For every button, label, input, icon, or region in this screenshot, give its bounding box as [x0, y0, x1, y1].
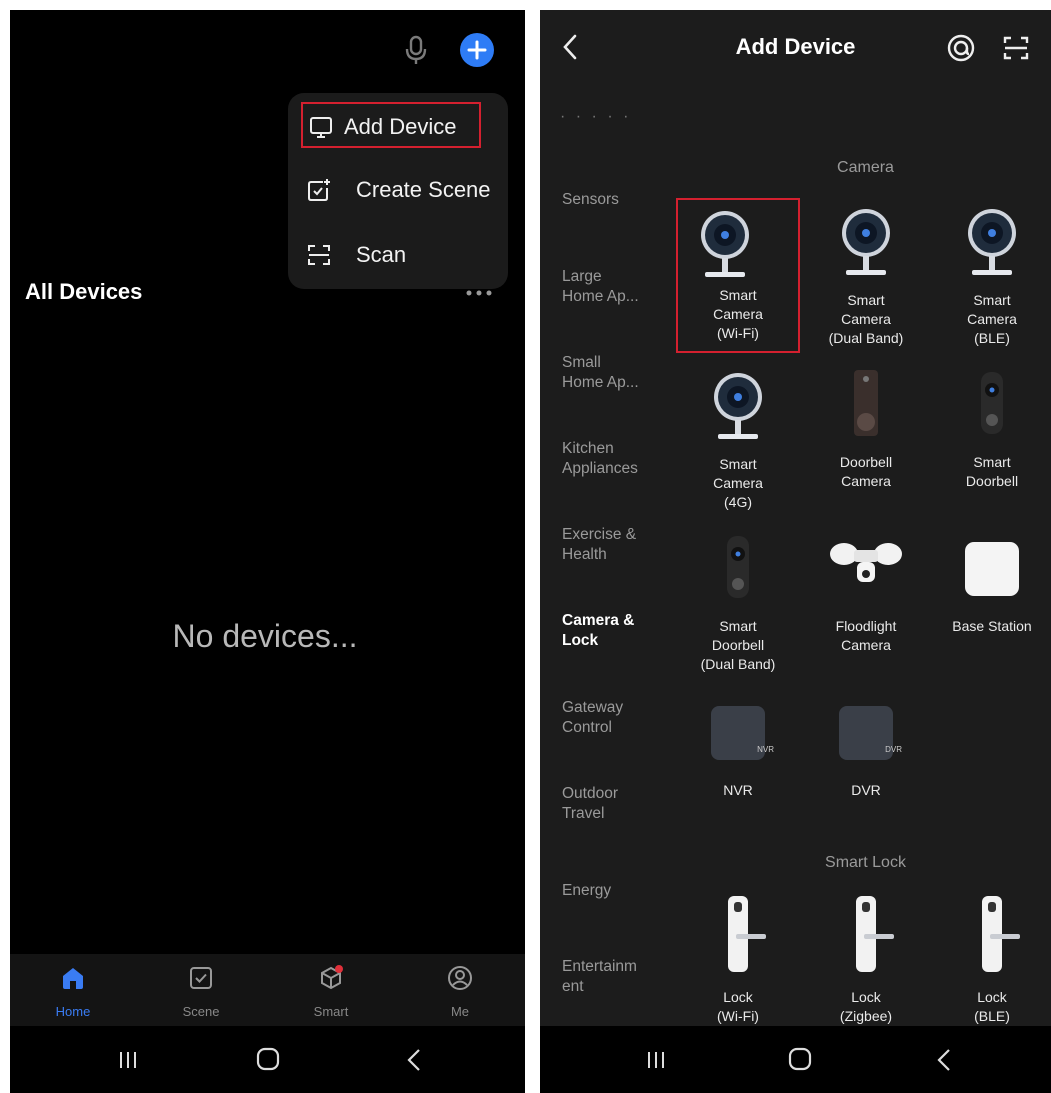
scan-label: Scan [356, 242, 407, 267]
home-icon [63, 968, 83, 989]
smart-doorbell-icon [727, 536, 749, 598]
tab-smart[interactable]: Smart [271, 954, 391, 1026]
home-nav-icon[interactable] [248, 1042, 288, 1078]
device-label: Base Station [952, 618, 1032, 634]
menu-item-add-device[interactable]: Add Device [301, 102, 481, 148]
home-screen: Add Device Create Scene Scan All Devices… [10, 10, 525, 1093]
category-large-home-appliances[interactable]: Large Home Ap... [562, 267, 639, 307]
smart-lock-icon [982, 896, 1020, 972]
device-smart-camera-4g[interactable]: Smart Camera (4G) [676, 370, 800, 520]
empty-message: No devices... [172, 618, 358, 654]
microphone-icon[interactable] [398, 32, 434, 68]
device-label: Smart Camera (Dual Band) [828, 292, 904, 346]
device-lock-zigbee[interactable]: Lock (Zigbee) [804, 894, 928, 1024]
system-nav-bar [10, 1026, 525, 1093]
bottom-tab-bar: Home Scene Smart Me [10, 954, 525, 1026]
add-button[interactable] [460, 33, 494, 67]
category-exercise-health[interactable]: Exercise & Health [562, 525, 636, 565]
device-label: Lock (Zigbee) [839, 989, 893, 1024]
category-gateway-control[interactable]: Gateway Control [562, 698, 623, 738]
plus-icon [467, 40, 487, 60]
device-smart-camera-dual-band[interactable]: Smart Camera (Dual Band) [804, 206, 928, 356]
create-scene-label: Create Scene [356, 177, 491, 202]
clipped-category: · · · · · [560, 108, 632, 118]
device-smart-doorbell-dual-band[interactable]: Smart Doorbell (Dual Band) [676, 532, 800, 682]
section-smart-lock: Smart Lock [825, 854, 906, 871]
device-nvr[interactable]: NVR NVR [676, 696, 800, 806]
device-smart-doorbell[interactable]: Smart Doorbell [930, 368, 1051, 498]
device-label: Floodlight Camera [835, 618, 897, 653]
add-device-icon [310, 117, 332, 138]
smart-camera-icon [701, 211, 749, 277]
device-label: Smart Doorbell [965, 454, 1019, 489]
category-camera-lock[interactable]: Camera & Lock [562, 611, 634, 651]
tab-me[interactable]: Me [400, 954, 520, 1026]
nvr-icon [711, 706, 765, 760]
nvr-badge: NVR [757, 745, 774, 754]
smart-cube-icon [321, 965, 343, 990]
device-label: Smart Doorbell (Dual Band) [700, 618, 776, 672]
device-floodlight-camera[interactable]: Floodlight Camera [804, 532, 928, 662]
base-station-icon [965, 542, 1019, 596]
home-nav-icon[interactable] [780, 1042, 820, 1078]
tab-scene[interactable]: Scene [141, 954, 261, 1026]
device-label: Smart Camera (Wi-Fi) [713, 287, 763, 341]
add-menu: Add Device Create Scene Scan [288, 93, 508, 289]
recent-apps-icon[interactable] [636, 1042, 676, 1078]
device-base-station[interactable]: Base Station [930, 532, 1051, 662]
device-label: Lock (Wi-Fi) [717, 989, 759, 1024]
category-energy[interactable]: Energy [562, 881, 611, 901]
section-camera: Camera [837, 159, 894, 176]
smart-camera-icon [842, 209, 890, 275]
device-label: Smart Camera (4G) [713, 456, 763, 510]
category-small-home-appliances[interactable]: Small Home Ap... [562, 353, 639, 393]
device-label: DVR [851, 782, 881, 798]
device-doorbell-camera[interactable]: Doorbell Camera [804, 368, 928, 498]
floodlight-camera-icon [830, 543, 902, 582]
tab-home-label: Home [55, 1004, 91, 1019]
tab-home[interactable]: Home [13, 954, 133, 1026]
category-sensors[interactable]: Sensors [562, 190, 619, 210]
smart-camera-icon [714, 373, 762, 439]
device-dvr[interactable]: DVR DVR [804, 696, 928, 806]
dvr-icon [839, 706, 893, 760]
tab-scene-label: Scene [182, 1004, 220, 1019]
smart-lock-icon [728, 896, 766, 972]
category-outdoor-travel[interactable]: Outdoor Travel [562, 784, 618, 824]
device-lock-ble[interactable]: Lock (BLE) [930, 894, 1051, 1024]
tab-smart-label: Smart [313, 1004, 349, 1019]
menu-item-scan[interactable]: Scan [288, 232, 508, 278]
category-entertainment[interactable]: Entertainm ent [562, 957, 637, 997]
back-nav-icon[interactable] [395, 1042, 435, 1078]
smart-camera-icon [968, 209, 1016, 275]
device-label: NVR [723, 782, 753, 798]
add-device-screen: Add Device · · · · · Sensors Large Home … [540, 10, 1051, 1093]
system-nav-bar [540, 1026, 1051, 1093]
device-smart-camera-ble[interactable]: Smart Camera (BLE) [930, 206, 1051, 356]
add-device-label: Add Device [344, 114, 457, 139]
smart-lock-icon [856, 896, 894, 972]
doorbell-camera-icon [854, 370, 878, 436]
device-lock-wifi[interactable]: Lock (Wi-Fi) [676, 894, 800, 1024]
device-label: Doorbell Camera [839, 454, 893, 489]
scan-qr-icon[interactable] [1002, 34, 1030, 62]
device-label: Smart Camera (BLE) [967, 292, 1017, 346]
category-kitchen-appliances[interactable]: Kitchen Appliances [562, 439, 638, 479]
device-label: Lock (BLE) [974, 989, 1010, 1024]
dvr-badge: DVR [885, 745, 902, 754]
checkbox-icon [190, 967, 212, 989]
tab-me-label: Me [450, 1004, 470, 1019]
back-nav-icon[interactable] [925, 1042, 965, 1078]
section-title: All Devices [25, 279, 143, 304]
profile-icon [448, 966, 472, 990]
auto-discover-icon[interactable] [946, 33, 976, 63]
scan-icon [308, 245, 330, 265]
create-scene-icon [308, 179, 330, 201]
menu-item-create-scene[interactable]: Create Scene [288, 167, 508, 213]
smart-doorbell-icon [981, 372, 1003, 434]
device-smart-camera-wifi[interactable]: Smart Camera (Wi-Fi) [676, 198, 800, 353]
recent-apps-icon[interactable] [108, 1042, 148, 1078]
more-icon[interactable] [464, 288, 494, 298]
